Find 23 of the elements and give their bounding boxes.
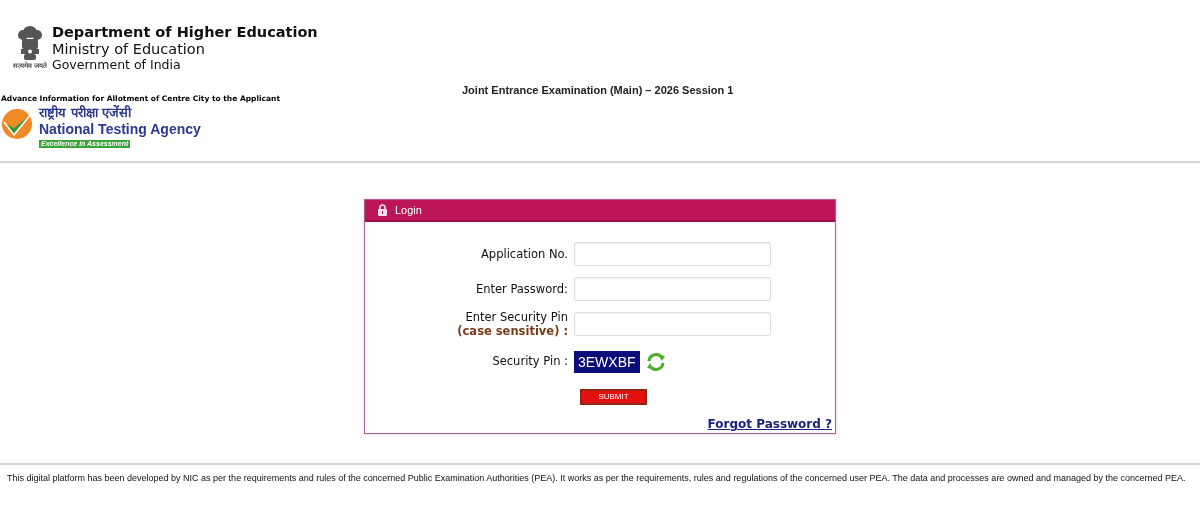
field-label: Enter Security Pin — [465, 309, 568, 324]
field-label: Enter Password: — [475, 281, 568, 296]
field-note: (case sensitive) : — [457, 323, 568, 338]
input-field[interactable] — [574, 241, 771, 266]
captcha-label: Security Pin : — [492, 352, 568, 370]
field-label: Application No. — [481, 246, 568, 261]
refresh-icon[interactable] — [645, 351, 666, 372]
input-field[interactable] — [574, 276, 771, 301]
forgot-password-link[interactable]: Forgot Password ? — [707, 415, 832, 433]
captcha-image: 3EWXBF — [574, 350, 640, 373]
footer-text: This digital platform has been developed by NIC as per the requirements and rules of the concerned Public Examination Authorities (PEA). It works as per the requirements, rules and regulations of the concerned user PEA. The data and processes are owned and managed by the concerned PEA. — [7, 473, 1187, 484]
agency-name-hindi: राष्ट्रीय परीक्षा एजेंसी — [39, 105, 133, 121]
department-name: Department of Higher Education — [52, 24, 318, 41]
agency-name: National Testing Agency — [39, 121, 201, 138]
panel-title: Login — [395, 202, 422, 218]
ministry-name: Ministry of Education — [52, 41, 206, 57]
government-name: Government of India — [52, 57, 182, 72]
submit-button[interactable]: SUBMIT — [580, 389, 647, 405]
emblem-icon — [16, 24, 44, 62]
exam-title: Joint Entrance Examination (Main) – 2026 Session 1 — [462, 84, 734, 96]
agency-logo-icon — [1, 108, 33, 140]
input-field[interactable] — [574, 311, 771, 336]
lock-icon — [378, 204, 387, 216]
